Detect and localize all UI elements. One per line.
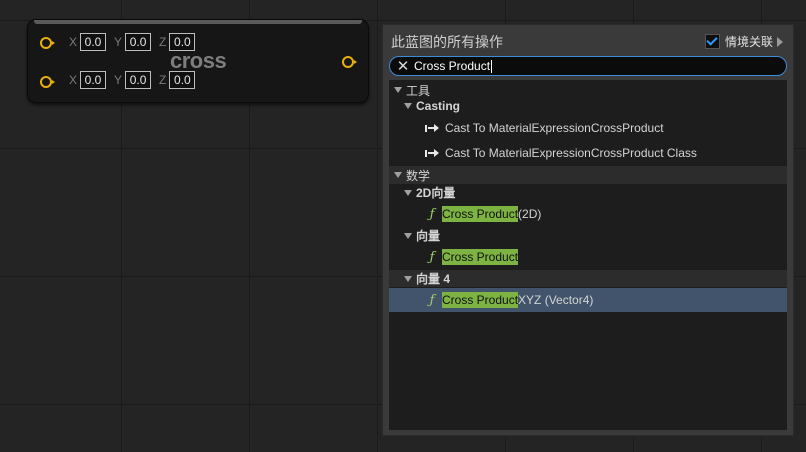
collapse-arrow-icon[interactable] bbox=[404, 189, 412, 196]
subcategory-casting[interactable]: Casting bbox=[389, 98, 787, 114]
axis-y-label: Y bbox=[114, 35, 123, 49]
category-math[interactable]: 数学 bbox=[389, 166, 787, 184]
cast-icon bbox=[425, 149, 441, 157]
subcategory-vector4[interactable]: 向量 4 bbox=[389, 270, 787, 287]
list-item[interactable]: ƒ Cross Product bbox=[389, 247, 787, 267]
search-value: Cross Product bbox=[414, 59, 491, 73]
input-b-x-field[interactable]: 0.0 bbox=[80, 71, 107, 89]
function-icon: ƒ bbox=[429, 206, 435, 222]
input-a-y-field[interactable]: 0.0 bbox=[125, 33, 152, 51]
category-label: 工具 bbox=[406, 83, 431, 98]
collapse-arrow-icon[interactable] bbox=[404, 103, 412, 109]
category-label: 数学 bbox=[406, 168, 431, 183]
list-item[interactable]: Cast To MaterialExpressionCrossProduct bbox=[389, 118, 787, 138]
action-list: 工具 Casting Cast To MaterialExpressionCro… bbox=[389, 80, 787, 430]
input-a-x-field[interactable]: 0.0 bbox=[80, 33, 107, 51]
collapse-arrow-icon[interactable] bbox=[404, 232, 412, 239]
cast-icon bbox=[425, 124, 441, 132]
list-item[interactable]: ƒ Cross Product (2D) bbox=[389, 204, 787, 224]
node-title: cross bbox=[170, 48, 227, 73]
context-sensitive-toggle[interactable]: 情境关联 bbox=[704, 33, 783, 50]
item-label-rest: XYZ (Vector4) bbox=[518, 293, 594, 307]
clear-search-icon[interactable]: ✕ bbox=[392, 58, 414, 74]
item-label-rest: (2D) bbox=[518, 207, 542, 221]
axis-z-label: Z bbox=[159, 73, 167, 87]
expand-arrow-icon[interactable] bbox=[777, 36, 783, 47]
context-label: 情境关联 bbox=[724, 35, 773, 49]
function-icon: ƒ bbox=[429, 249, 435, 265]
menu-title: 此蓝图的所有操作 bbox=[391, 35, 503, 51]
subcategory-label: 向量 bbox=[416, 229, 441, 243]
cross-node[interactable]: X 0.0 Y 0.0 Z 0.0 X 0.0 Y 0.0 Z 0.0 cros… bbox=[27, 19, 369, 103]
node-title-bar bbox=[34, 20, 362, 24]
output-pin-icon[interactable] bbox=[342, 56, 357, 68]
context-checkbox[interactable] bbox=[704, 34, 720, 49]
axis-z-label: Z bbox=[159, 35, 167, 49]
subcategory-label: 向量 4 bbox=[416, 272, 451, 286]
search-input[interactable]: ✕ Cross Product bbox=[389, 56, 787, 76]
input-b-y-field[interactable]: 0.0 bbox=[125, 71, 152, 89]
category-tools[interactable]: 工具 bbox=[389, 82, 787, 98]
input-pin-b-icon[interactable] bbox=[40, 76, 55, 88]
axis-x-label: X bbox=[69, 73, 78, 87]
item-label: Cast To MaterialExpressionCrossProduct C… bbox=[445, 146, 697, 160]
collapse-arrow-icon[interactable] bbox=[404, 275, 412, 282]
text-caret bbox=[491, 59, 493, 73]
function-icon: ƒ bbox=[429, 292, 435, 308]
collapse-arrow-icon[interactable] bbox=[394, 172, 402, 178]
match-highlight: Cross Product bbox=[442, 292, 519, 308]
subcategory-label: Casting bbox=[416, 99, 461, 113]
action-menu: 此蓝图的所有操作 情境关联 ✕ Cross Product 工具 Casting… bbox=[382, 24, 794, 436]
collapse-arrow-icon[interactable] bbox=[394, 87, 402, 93]
subcategory-vector[interactable]: 向量 bbox=[389, 227, 787, 244]
input-pin-a-icon[interactable] bbox=[40, 37, 55, 49]
match-highlight: Cross Product bbox=[442, 206, 519, 222]
axis-x-label: X bbox=[69, 35, 78, 49]
list-item-selected[interactable]: ƒ Cross Product XYZ (Vector4) bbox=[389, 288, 787, 312]
subcategory-2d-vector[interactable]: 2D向量 bbox=[389, 184, 787, 201]
list-item[interactable]: Cast To MaterialExpressionCrossProduct C… bbox=[389, 143, 787, 163]
item-label: Cast To MaterialExpressionCrossProduct bbox=[445, 121, 664, 135]
axis-y-label: Y bbox=[114, 73, 123, 87]
match-highlight: Cross Product bbox=[442, 249, 519, 265]
subcategory-label: 2D向量 bbox=[416, 186, 456, 200]
